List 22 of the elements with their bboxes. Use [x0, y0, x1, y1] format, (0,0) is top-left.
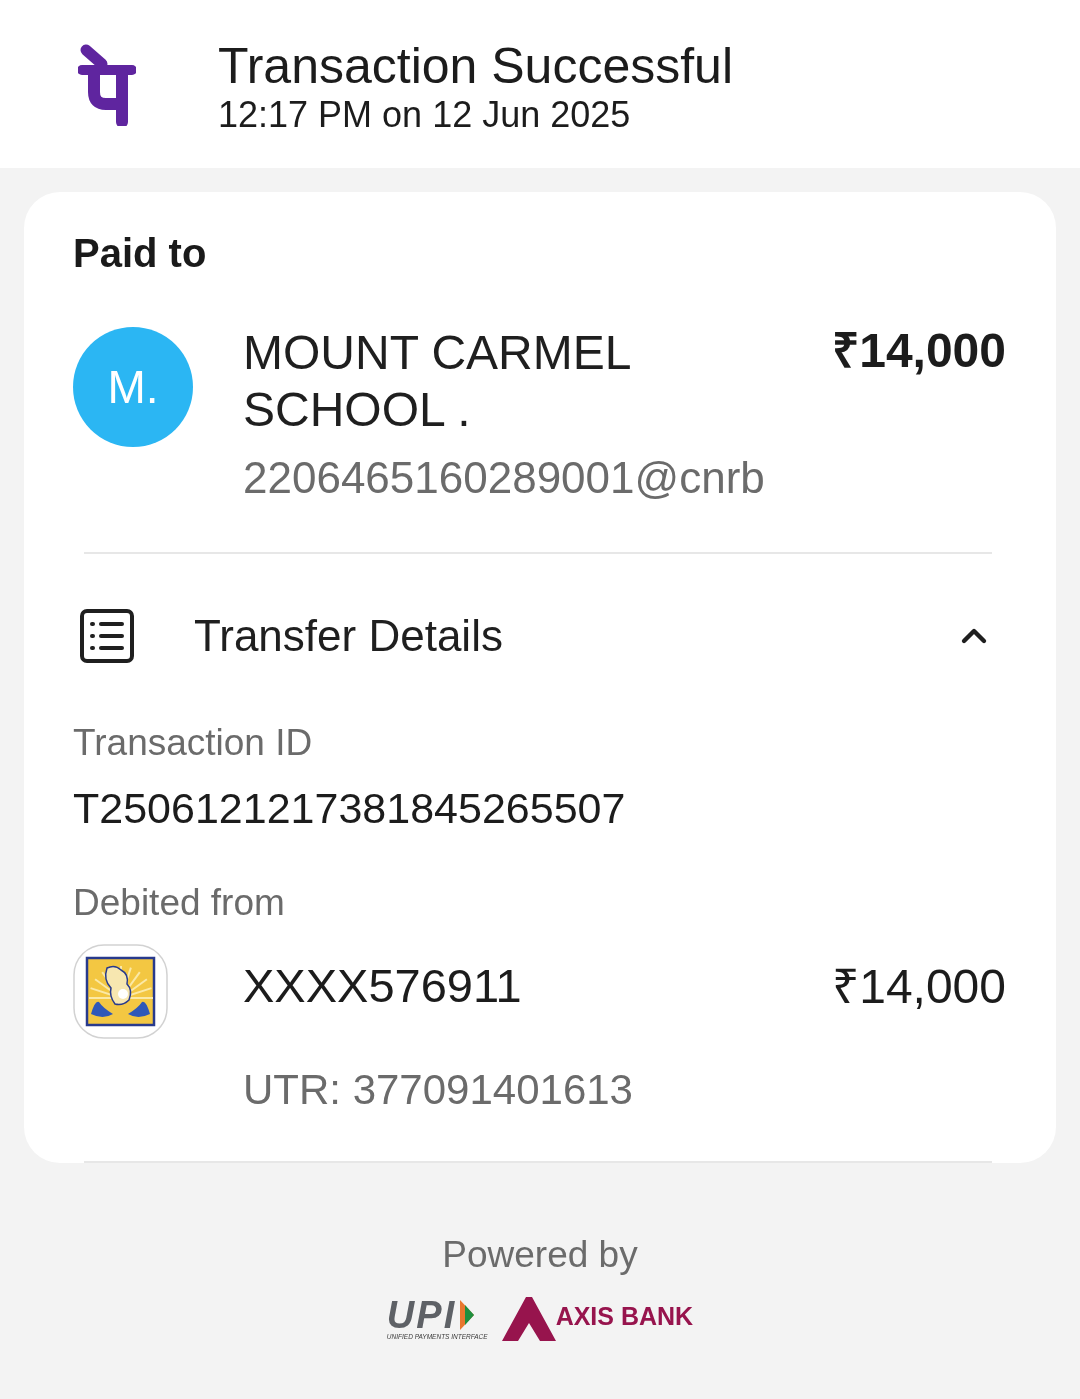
transaction-title: Transaction Successful	[218, 38, 734, 94]
field-label: Transaction ID	[73, 721, 314, 765]
payment-amount: ₹14,000	[832, 323, 1006, 379]
bank-wordmark: AXIS BANK	[555, 1301, 694, 1331]
utr-number: UTR: 377091401613	[243, 1065, 634, 1115]
payee-avatar: M.	[73, 327, 193, 447]
axis-bank-logo-icon	[501, 1297, 556, 1341]
upi-arrow-icon	[458, 1299, 477, 1330]
debited-from-label: Debited from	[73, 881, 286, 925]
bank-logo-icon	[73, 944, 168, 1039]
paid-to-heading: Paid to	[73, 230, 208, 277]
transaction-timestamp: 12:17 PM on 12 Jun 2025	[218, 94, 632, 136]
upi-wordmark: UPI	[386, 1297, 457, 1332]
details-list-icon	[80, 609, 134, 663]
payee-upi-id: 2206465160289001@cnrb	[243, 452, 766, 504]
debited-amount: ₹14,000	[832, 959, 1006, 1015]
payee-name: MOUNT CARMEL SCHOOL .	[243, 325, 631, 438]
field-value: T2506121217381845265507	[73, 783, 627, 833]
account-number: XXXX576911	[243, 958, 522, 1014]
brand-logo-icon	[78, 42, 136, 126]
powered-by-label: Powered by	[442, 1233, 638, 1277]
transfer-details-title: Transfer Details	[194, 610, 504, 662]
